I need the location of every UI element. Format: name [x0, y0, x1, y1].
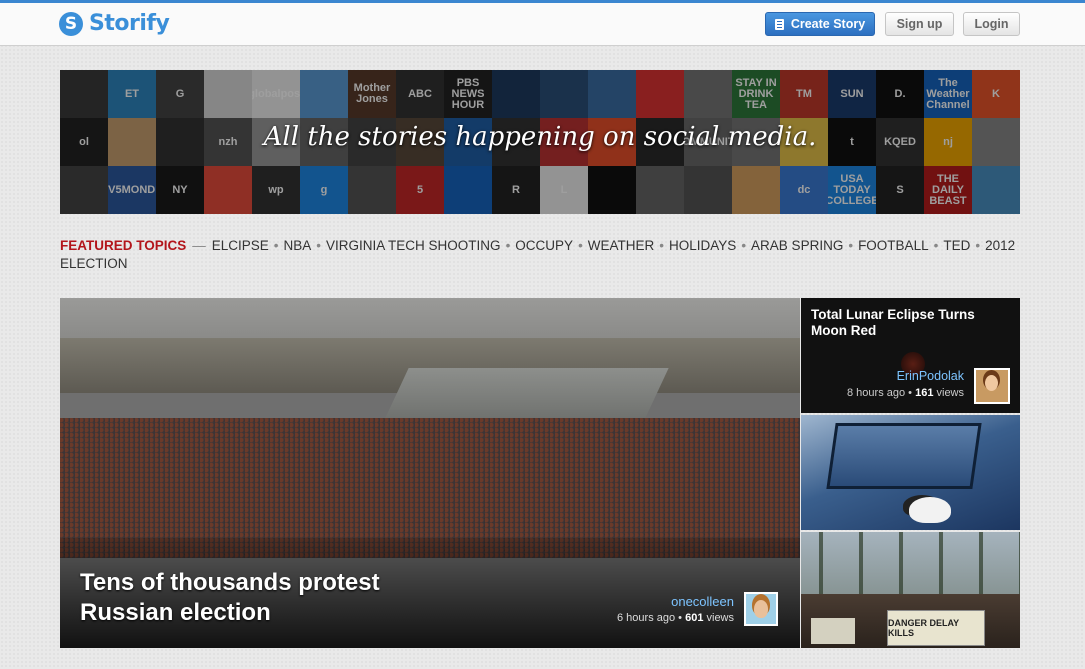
banner-tile: ABC: [396, 70, 444, 118]
banner-tile: ET: [108, 70, 156, 118]
banner-tile: [684, 70, 732, 118]
banner-tile: L: [540, 166, 588, 214]
side-story-1-views-label: views: [933, 387, 964, 399]
banner-tile: [60, 70, 108, 118]
banner-tile: SUN: [828, 70, 876, 118]
featured-topic-link[interactable]: HOLIDAYS: [669, 238, 736, 253]
featured-topic-link[interactable]: FOOTBALL: [858, 238, 929, 253]
banner-tile: [972, 166, 1020, 214]
side-story-1-title[interactable]: Total Lunar Eclipse Turns Moon Red: [811, 307, 1001, 339]
banner-tile: [540, 70, 588, 118]
banner-tile: TV5MONDE: [108, 166, 156, 214]
main-story-meta: 6 hours ago • 601 views: [617, 612, 734, 624]
side-story-1-author-avatar[interactable]: [974, 368, 1010, 404]
featured-topics-label: FEATURED TOPICS: [60, 238, 187, 253]
banner-tile: D.: [876, 70, 924, 118]
banner-tile: PBS NEWS HOUR: [444, 70, 492, 118]
side-story-1-time: 8 hours ago: [847, 387, 906, 399]
banner-tile: THE DAILY BEAST: [924, 166, 972, 214]
topic-separator: •: [578, 238, 583, 253]
topic-separator: •: [848, 238, 854, 253]
side-story-2-window-image: [826, 423, 982, 489]
banner-tile: [444, 166, 492, 214]
storify-logo-icon: S: [59, 11, 83, 36]
banner-tile: [348, 166, 396, 214]
topic-separator: •: [741, 238, 747, 253]
featured-topic-link[interactable]: VIRGINIA TECH SHOOTING: [326, 238, 501, 253]
main-story-views-count: 601: [685, 612, 704, 624]
banner-tile: G: [156, 70, 204, 118]
login-button[interactable]: Login: [963, 12, 1020, 36]
featured-topic-link[interactable]: WEATHER: [588, 238, 655, 253]
banner-tile: [300, 70, 348, 118]
banner-tile: Mother Jones: [348, 70, 396, 118]
banner-tile: g: [300, 166, 348, 214]
featured-topic-link[interactable]: NBA: [284, 238, 312, 253]
side-story-card-3[interactable]: DANGER DELAY KILLS: [801, 532, 1020, 648]
create-story-icon: [774, 18, 784, 30]
banner-tile: [636, 166, 684, 214]
topic-separator: •: [933, 238, 939, 253]
main-story-title[interactable]: Tens of thousands protest Russian electi…: [80, 568, 460, 628]
main-story-time: 6 hours ago: [617, 612, 676, 624]
banner-tile: [60, 166, 108, 214]
banner-tile: TM: [780, 70, 828, 118]
banner-tile: dc: [780, 166, 828, 214]
main-story-author-avatar[interactable]: [744, 592, 778, 626]
banner-tile: [684, 166, 732, 214]
main-story-image-crowd: [60, 418, 800, 558]
banner-tile: [588, 70, 636, 118]
topic-separator: •: [975, 238, 981, 253]
storify-logo[interactable]: S Storify: [59, 11, 170, 36]
topic-separator: •: [505, 238, 511, 253]
topic-separator: •: [273, 238, 279, 253]
main-story-author[interactable]: onecolleen: [671, 594, 734, 609]
create-story-label: Create Story: [790, 17, 866, 31]
side-story-1-meta: 8 hours ago • 161 views: [847, 387, 964, 399]
side-story-card-2[interactable]: [801, 415, 1020, 530]
featured-topic-link[interactable]: ARAB SPRING: [751, 238, 843, 253]
banner-tile: [492, 70, 540, 118]
banner-tile: NY: [156, 166, 204, 214]
featured-topic-link[interactable]: TED: [943, 238, 970, 253]
banner-tile: K: [972, 70, 1020, 118]
banner-tile: The Weather Channel: [924, 70, 972, 118]
featured-topics-dash: —: [192, 238, 206, 253]
banner-tile: USA TODAY COLLEGE: [828, 166, 876, 214]
featured-topic-link[interactable]: ELCIPSE: [212, 238, 269, 253]
sign-up-button[interactable]: Sign up: [885, 12, 954, 36]
main-story-card[interactable]: Tens of thousands protest Russian electi…: [60, 298, 800, 648]
banner-tile: globalpost: [252, 70, 300, 118]
featured-topic-link[interactable]: OCCUPY: [515, 238, 573, 253]
side-story-1-views-count: 161: [915, 387, 934, 399]
topic-separator: •: [659, 238, 665, 253]
side-story-3-palms-image: [801, 532, 1020, 602]
banner-tile: [588, 166, 636, 214]
banner-tile: 5: [396, 166, 444, 214]
banner-tile: [732, 166, 780, 214]
banner-tile: wp: [252, 166, 300, 214]
storify-logo-text: Storify: [89, 11, 170, 36]
banner-tile: R: [492, 166, 540, 214]
topic-separator: •: [316, 238, 322, 253]
side-story-card-1[interactable]: Total Lunar Eclipse Turns Moon Red ErinP…: [801, 298, 1020, 413]
banner-tile: [204, 70, 252, 118]
hero-tagline: All the stories happening on social medi…: [263, 122, 817, 152]
site-header: S Storify Create Story Sign up Login: [0, 3, 1085, 46]
side-story-3-protest-sign: DANGER DELAY KILLS: [887, 610, 985, 646]
banner-tile: [636, 70, 684, 118]
banner-tile: S: [876, 166, 924, 214]
main-story-views-label: views: [703, 612, 734, 624]
create-story-button[interactable]: Create Story: [765, 12, 875, 36]
featured-topics-bar: FEATURED TOPICS — ELCIPSE • NBA • VIRGINIA TEC…: [60, 237, 1020, 273]
side-story-3-sign-secondary: [811, 618, 855, 644]
banner-tile: [204, 166, 252, 214]
side-story-1-author[interactable]: ErinPodolak: [897, 369, 964, 383]
side-story-2-cat-image: [909, 497, 951, 523]
banner-tile: STAY IN DRINK TEA: [732, 70, 780, 118]
